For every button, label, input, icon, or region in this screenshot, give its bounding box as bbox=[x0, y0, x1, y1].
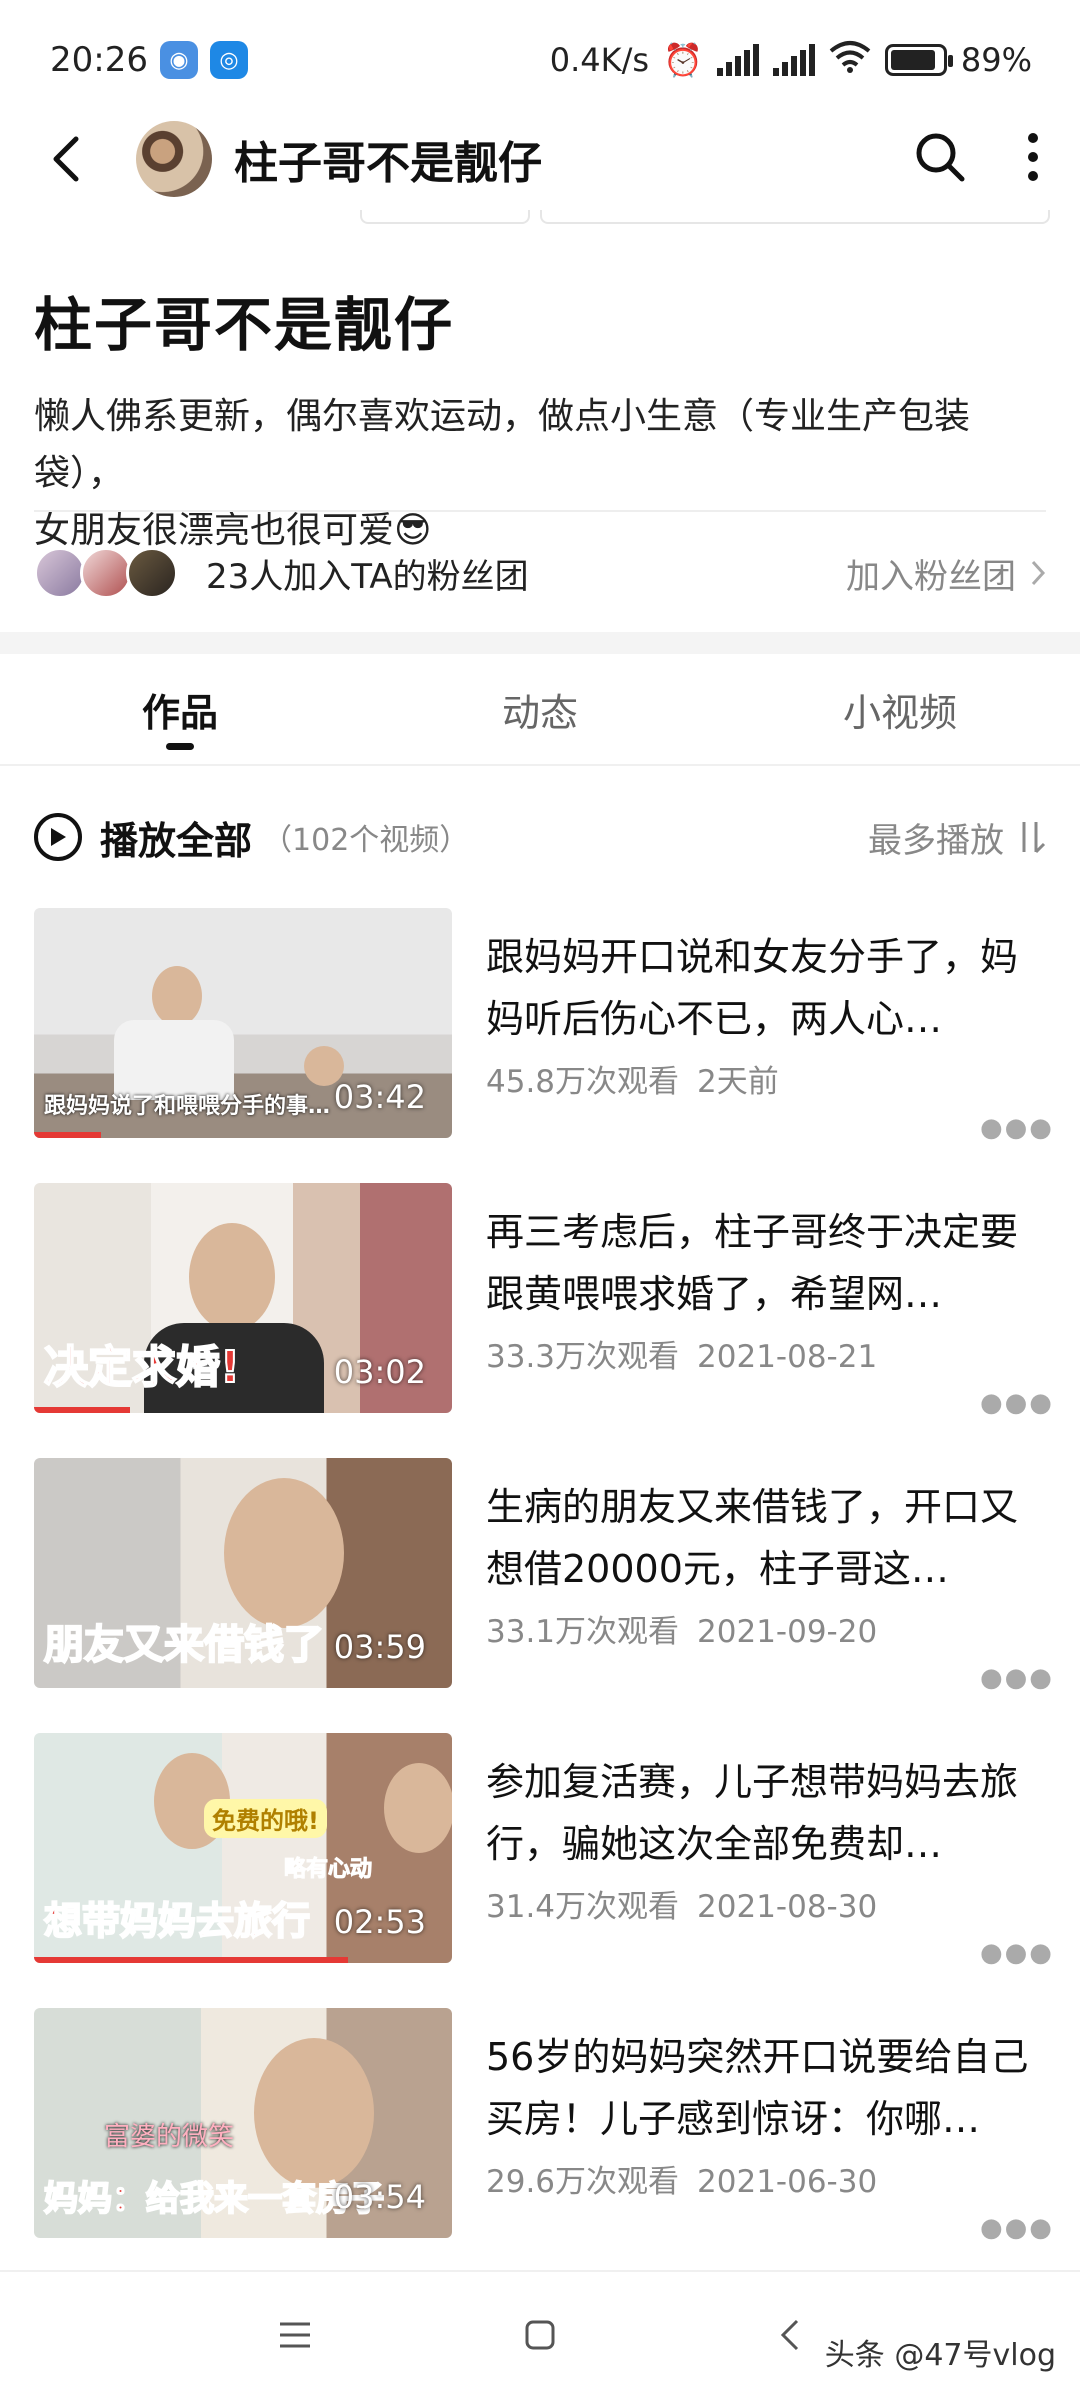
tab-short-videos[interactable]: 小视频 bbox=[720, 654, 1080, 764]
signal-icon bbox=[716, 44, 759, 76]
divider bbox=[0, 2270, 1080, 2272]
thumbnail-bubble: 略有心动 bbox=[283, 1857, 373, 1883]
watch-progress bbox=[34, 1407, 131, 1413]
video-list: 跟妈妈说了和喂喂分手的事… 03:42 跟妈妈开口说和女友分手了，妈妈听后伤心不… bbox=[34, 908, 1052, 2283]
net-speed: 0.4K/s bbox=[549, 41, 650, 79]
play-all-row: 播放全部 （102个视频） 最多播放 bbox=[34, 800, 1046, 874]
sort-icon bbox=[1022, 822, 1046, 854]
status-bar: 20:26 ◉ ◎ 0.4K/s ⏰ 89% bbox=[0, 0, 1080, 120]
video-item[interactable]: 富婆的微笑 妈妈：给我来一套房子 03:54 56岁的妈妈突然开口说要给自己买房… bbox=[34, 2008, 1052, 2283]
alarm-icon: ⏰ bbox=[663, 41, 703, 79]
tab-updates[interactable]: 动态 bbox=[360, 654, 720, 764]
more-horizontal-icon[interactable]: ●●● bbox=[980, 1388, 1054, 1418]
video-date: 2021-08-21 bbox=[697, 1339, 878, 1375]
thumbnail-caption: 决定求婚! bbox=[43, 1341, 241, 1394]
play-all-button[interactable]: 播放全部 bbox=[100, 810, 252, 865]
video-thumbnail[interactable]: 跟妈妈说了和喂喂分手的事… 03:42 bbox=[34, 908, 452, 1138]
video-title[interactable]: 56岁的妈妈突然开口说要给自己买房！儿子感到惊讶：你哪… bbox=[486, 2026, 1046, 2150]
video-title[interactable]: 再三考虑后，柱子哥终于决定要跟黄喂喂求婚了，希望网… bbox=[486, 1201, 1046, 1325]
video-title[interactable]: 跟妈妈开口说和女友分手了，妈妈听后伤心不已，两人心… bbox=[486, 926, 1046, 1050]
more-horizontal-icon[interactable]: ●●● bbox=[980, 1663, 1054, 1693]
thumbnail-caption: 朋友又来借钱了 bbox=[43, 1621, 325, 1669]
video-item[interactable]: 免费的哦! 略有心动 想带妈妈去旅行 02:53 参加复活赛，儿子想带妈妈去旅行… bbox=[34, 1733, 1052, 2008]
video-duration: 03:02 bbox=[333, 1353, 426, 1391]
fan-club-count: 23人加入TA的粉丝团 bbox=[206, 556, 529, 597]
video-thumbnail[interactable]: 免费的哦! 略有心动 想带妈妈去旅行 02:53 bbox=[34, 1733, 452, 1963]
video-duration: 03:54 bbox=[333, 2178, 426, 2216]
video-views: 31.4万次观看 bbox=[486, 1889, 680, 1925]
more-horizontal-icon[interactable]: ●●● bbox=[980, 2213, 1054, 2243]
more-horizontal-icon[interactable]: ●●● bbox=[980, 1938, 1054, 1968]
fan-avatars bbox=[34, 547, 178, 599]
video-views: 45.8万次观看 bbox=[486, 1064, 680, 1100]
video-views: 29.6万次观看 bbox=[486, 2164, 680, 2200]
thumbnail-bubble: 免费的哦! bbox=[204, 1799, 327, 1838]
video-thumbnail[interactable]: 朋友又来借钱了 03:59 bbox=[34, 1458, 452, 1688]
avatar[interactable] bbox=[136, 121, 212, 197]
menu-icon[interactable] bbox=[270, 2310, 320, 2360]
divider bbox=[0, 764, 1080, 766]
fan-avatar bbox=[34, 547, 86, 599]
watch-progress bbox=[34, 1132, 101, 1138]
search-icon[interactable] bbox=[914, 131, 966, 187]
app-notification-icon: ◉ bbox=[159, 41, 198, 79]
video-thumbnail[interactable]: 决定求婚! 03:02 bbox=[34, 1183, 452, 1413]
sort-button[interactable]: 最多播放 bbox=[868, 813, 1046, 862]
fan-avatar bbox=[80, 547, 132, 599]
watermark: 头条 @47号vlog bbox=[824, 2338, 1056, 2373]
video-date: 2021-08-30 bbox=[697, 1889, 878, 1925]
play-circle-icon[interactable] bbox=[34, 813, 82, 861]
watch-progress bbox=[34, 1957, 348, 1963]
signal-icon bbox=[772, 44, 815, 76]
thumbnail-caption: 跟妈妈说了和喂喂分手的事… bbox=[44, 1094, 331, 1119]
app-notification-icon: ◎ bbox=[209, 41, 248, 79]
sort-label: 最多播放 bbox=[868, 820, 1004, 861]
page-title: 柱子哥不是靓仔 bbox=[234, 138, 542, 189]
join-fan-club-button[interactable]: 加入粉丝团 bbox=[846, 549, 1046, 598]
more-vertical-icon[interactable] bbox=[1026, 131, 1040, 187]
video-duration: 02:53 bbox=[333, 1903, 426, 1941]
join-fan-club-label: 加入粉丝团 bbox=[846, 556, 1016, 597]
fan-avatar bbox=[126, 547, 178, 599]
thumbnail-caption: 想带妈妈去旅行 bbox=[43, 1898, 311, 1944]
video-views: 33.1万次观看 bbox=[486, 1614, 680, 1650]
section-separator bbox=[0, 632, 1080, 654]
video-item[interactable]: 朋友又来借钱了 03:59 生病的朋友又来借钱了，开口又想借20000元，柱子哥… bbox=[34, 1458, 1052, 1733]
video-thumbnail[interactable]: 富婆的微笑 妈妈：给我来一套房子 03:54 bbox=[34, 2008, 452, 2238]
video-date: 2021-09-20 bbox=[697, 1614, 878, 1650]
back-icon[interactable] bbox=[36, 129, 96, 189]
video-views: 33.3万次观看 bbox=[486, 1339, 680, 1375]
video-duration: 03:42 bbox=[333, 1078, 426, 1116]
profile-bio: 懒人佛系更新，偶尔喜欢运动，做点小生意（专业生产包装袋）， 女朋友很漂亮也很可爱… bbox=[34, 388, 1046, 559]
content-tabs: 作品 动态 小视频 bbox=[0, 654, 1080, 764]
tab-works[interactable]: 作品 bbox=[0, 654, 360, 764]
fan-club-row[interactable]: 23人加入TA的粉丝团 加入粉丝团 bbox=[34, 540, 1046, 606]
profile-name: 柱子哥不是靓仔 bbox=[34, 291, 455, 359]
video-date: 2天前 bbox=[697, 1064, 779, 1100]
video-count: （102个视频） bbox=[262, 823, 470, 858]
home-icon[interactable] bbox=[515, 2310, 565, 2360]
profile-section: 柱子哥不是靓仔 懒人佛系更新，偶尔喜欢运动，做点小生意（专业生产包装袋）， 女朋… bbox=[34, 278, 1046, 559]
thumbnail-bubble: 富婆的微笑 bbox=[104, 2122, 235, 2152]
header-shadow-tabs bbox=[360, 210, 1050, 224]
profile-bio-line: 懒人佛系更新，偶尔喜欢运动，做点小生意（专业生产包装袋）， bbox=[34, 396, 971, 494]
video-item[interactable]: 跟妈妈说了和喂喂分手的事… 03:42 跟妈妈开口说和女友分手了，妈妈听后伤心不… bbox=[34, 908, 1052, 1183]
more-horizontal-icon[interactable]: ●●● bbox=[980, 1113, 1054, 1143]
header: 柱子哥不是靓仔 bbox=[0, 108, 1080, 210]
wifi-icon bbox=[829, 39, 871, 81]
status-time: 20:26 bbox=[50, 40, 148, 80]
video-title[interactable]: 生病的朋友又来借钱了，开口又想借20000元，柱子哥这… bbox=[486, 1476, 1046, 1600]
video-date: 2021-06-30 bbox=[697, 2164, 878, 2200]
chevron-right-icon bbox=[1031, 560, 1046, 586]
back-nav-icon[interactable] bbox=[765, 2310, 815, 2360]
video-duration: 03:59 bbox=[333, 1628, 426, 1666]
battery-icon bbox=[884, 44, 953, 76]
divider bbox=[34, 510, 1046, 512]
video-item[interactable]: 决定求婚! 03:02 再三考虑后，柱子哥终于决定要跟黄喂喂求婚了，希望网… 3… bbox=[34, 1183, 1052, 1458]
video-title[interactable]: 参加复活赛，儿子想带妈妈去旅行，骗她这次全部免费却… bbox=[486, 1751, 1046, 1875]
battery-percent: 89% bbox=[960, 41, 1032, 79]
